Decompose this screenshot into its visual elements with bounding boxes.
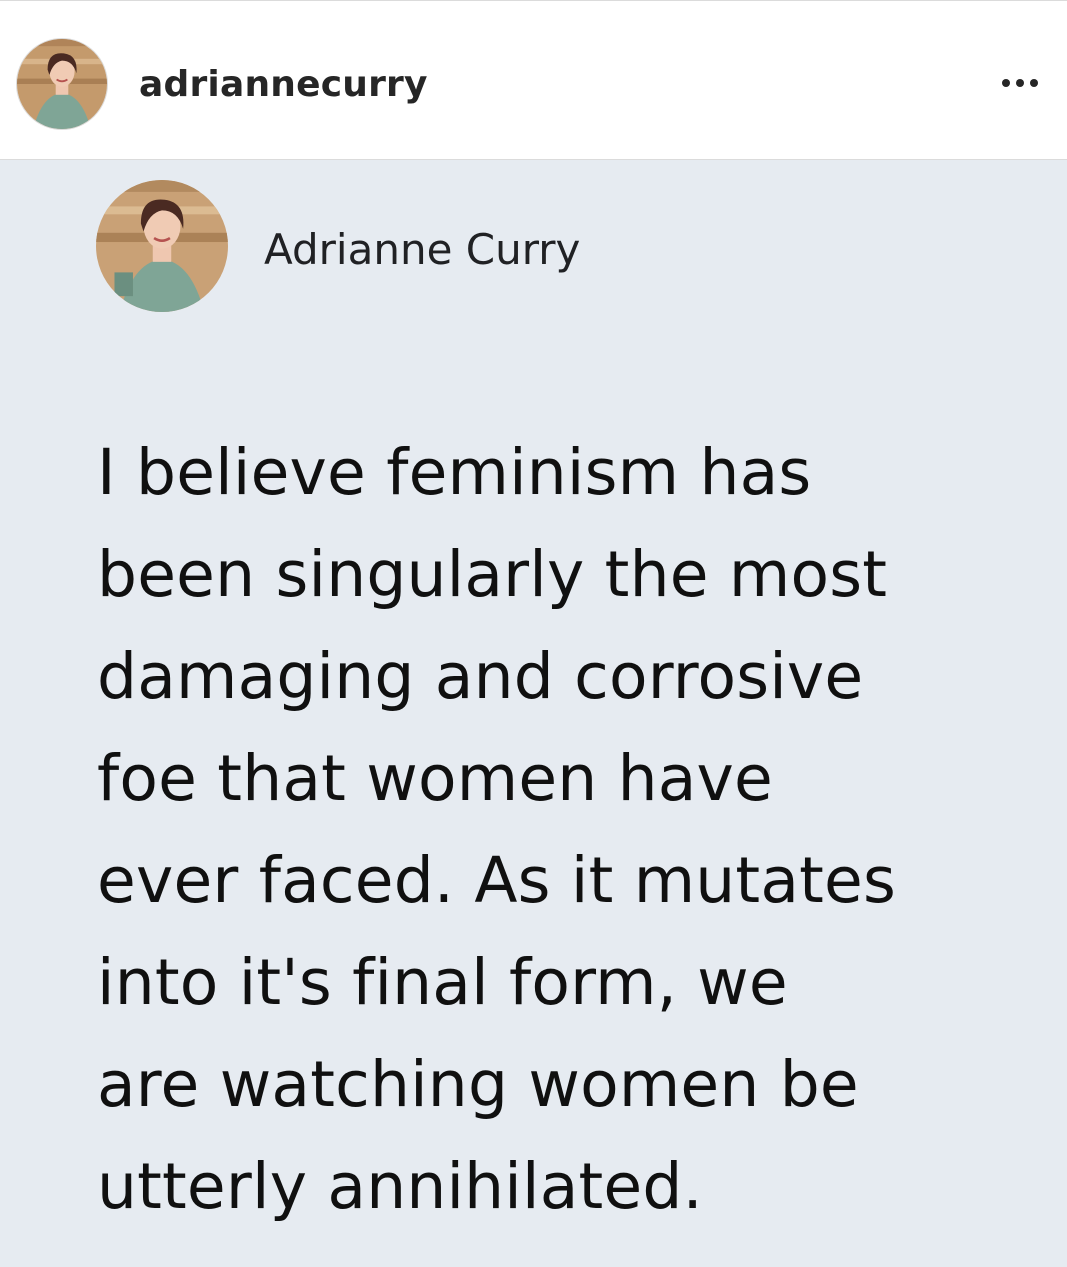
author-name: Adrianne Curry [264, 225, 581, 274]
author-avatar [96, 180, 228, 312]
more-options-button[interactable] [990, 63, 1050, 103]
profile-avatar[interactable] [16, 38, 108, 130]
more-dot-icon [1002, 79, 1010, 87]
post-header: adriannecurry [0, 0, 1067, 160]
post-quote-text: I believe feminism has been singularly t… [97, 436, 897, 1223]
profile-photo-icon [17, 39, 107, 129]
more-dot-icon [1016, 79, 1024, 87]
instagram-post-screenshot: adriannecurry Adrianne Curry I believe f [0, 0, 1067, 1267]
profile-photo-icon [96, 180, 228, 312]
post-image: Adrianne Curry I believe feminism has be… [0, 160, 1067, 1267]
more-dot-icon [1030, 79, 1038, 87]
username[interactable]: adriannecurry [139, 63, 428, 107]
